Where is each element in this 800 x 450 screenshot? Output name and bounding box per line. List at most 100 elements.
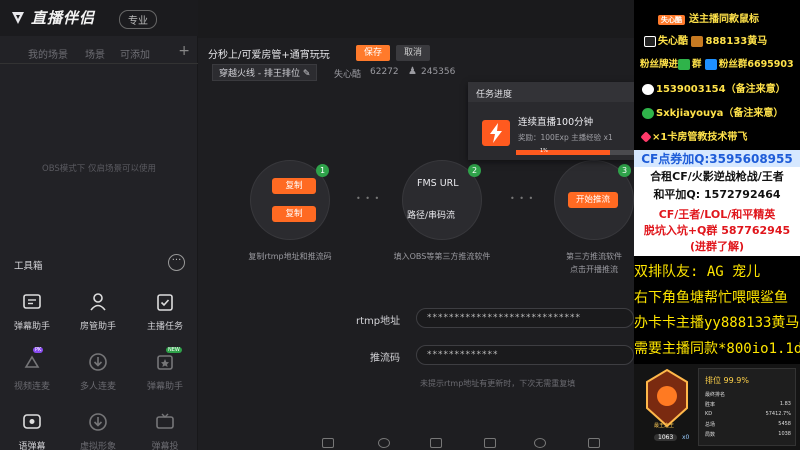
tool-danmu-assistant[interactable]: 弹幕助手: [2, 291, 62, 332]
scene-tabs: 我的场景 场景 可添加 +: [0, 40, 198, 64]
task-progress-popup: 任务进度 连续直播100分钟 奖励：100Exp 主播经验 x1 1%: [468, 82, 634, 160]
task-header: 任务进度: [468, 82, 634, 102]
viewer-count: 245356: [421, 67, 456, 77]
overlay-text: 送主播同款鼠标: [689, 14, 759, 25]
screen-icon[interactable]: [322, 438, 334, 448]
rtmp-field[interactable]: ****************************: [416, 308, 634, 328]
stat-row: 局数 1038: [705, 431, 791, 438]
cf-line-5: 脱坑入坑+Q群 587762945: [643, 224, 791, 237]
stream-info-row: 穿越火线 - 排王排位 ✎ 失心酷 62272 ♟ 245356: [198, 64, 634, 82]
ellipsis-icon[interactable]: ···: [168, 254, 185, 271]
wechat-icon: [642, 107, 654, 119]
tool-label: 虚拟形象: [79, 442, 116, 450]
edit-icon[interactable]: ✎: [303, 69, 311, 79]
overlay-text: Sxkjiayouya（备注来意）: [656, 108, 784, 119]
game-icon[interactable]: [484, 438, 496, 448]
stat-value: 57412.7%: [765, 411, 791, 417]
overlay-text: 群: [692, 59, 702, 70]
rank-title: 最王之王: [654, 423, 675, 429]
overlay-text: 888133黄马: [705, 36, 768, 47]
save-button[interactable]: 保存: [356, 45, 390, 61]
cf-line-1: CF点券加Q:3595608955: [634, 150, 800, 167]
rank-emblem-icon: [646, 368, 688, 428]
overlay-yellow-2: 右下角鱼塘帮忙喂喂鲨鱼: [634, 290, 788, 306]
tool-multi-link[interactable]: 多人连麦: [68, 351, 128, 392]
tool-avatar[interactable]: 虚拟形象: [68, 411, 128, 450]
task-name: 连续直播100分钟: [518, 117, 594, 128]
logo-icon: [12, 12, 24, 24]
tool-anchor-task[interactable]: 主播任务: [135, 291, 195, 332]
add-scene-icon[interactable]: +: [178, 43, 190, 59]
overlay-line-5: Sxkjiayouya（备注来意）: [634, 104, 800, 119]
anchor-tag: 失心酷: [658, 15, 685, 25]
main-panel: 分秒上/可爱房管+通宵玩玩 保存 取消 穿越火线 - 排王排位 ✎ 失心酷 62…: [198, 0, 634, 450]
copy-rtmp-button[interactable]: 复制: [272, 178, 316, 194]
stat-value: 1.83: [779, 401, 791, 407]
overlay-yellow-1: 双排队友: AG 宠儿: [634, 264, 761, 280]
cf-line-2: 合租CF/火影逆战枪战/王者: [650, 170, 784, 183]
stat-key: 最终排名: [705, 392, 726, 398]
cf-line-6: (进群了解): [689, 240, 745, 253]
category-selector[interactable]: 穿越火线 - 排王排位 ✎: [212, 64, 318, 81]
rtmp-hint: 未提示rtmp地址有更新时，下次无需重复填: [420, 379, 576, 388]
tool-label: 房管助手: [79, 322, 116, 332]
danmu-icon: [23, 294, 41, 309]
yy-icon: [691, 35, 704, 47]
tab-my-scenes[interactable]: 我的场景: [28, 46, 68, 61]
tool-danmu-cast[interactable]: 弹幕投: [135, 411, 195, 450]
user-icon[interactable]: [534, 438, 546, 448]
rank-number: 1063: [654, 434, 678, 441]
wechat-icon: [678, 59, 691, 70]
tool-label: 多人连麦: [79, 382, 116, 392]
tab-addable[interactable]: 可添加: [120, 46, 150, 61]
camera-icon[interactable]: [378, 438, 390, 448]
qq-icon: [642, 83, 654, 95]
overlay-text: 1539003154（备注来意）: [656, 84, 786, 95]
copy-key-button[interactable]: 复制: [272, 206, 316, 222]
fms-url-label: FMS URL: [417, 178, 459, 189]
start-push-button[interactable]: 开始推流: [568, 192, 618, 208]
tool-label: 弹幕助手: [146, 382, 183, 392]
stream-title[interactable]: 分秒上/可爱房管+通宵玩玩: [208, 46, 330, 61]
step-number: 1: [316, 164, 329, 177]
video-link-icon: [24, 355, 40, 368]
tool-danmu-helper[interactable]: NEW 弹幕助手: [135, 347, 195, 392]
overlay-text: 粉丝牌进: [640, 59, 679, 70]
douyin-icon: [644, 35, 656, 47]
stream-key-label: 路径/串码流: [407, 211, 456, 221]
heart-icon: [640, 131, 652, 143]
overlay-line-2: 失心酷 888133黄马: [634, 32, 800, 47]
cancel-button[interactable]: 取消: [396, 45, 430, 61]
window-icon[interactable]: [430, 438, 442, 448]
dots-divider: • • •: [356, 194, 381, 203]
stream-key-field-label: 推流码: [370, 353, 400, 364]
rank-level: x0: [682, 434, 690, 441]
settings-icon[interactable]: [588, 438, 600, 448]
tool-video-link[interactable]: PK 视频连麦: [2, 347, 62, 392]
exp-icon: [482, 120, 510, 146]
stream-overlay: 失心酷 送主播同款鼠标 失心酷 888133黄马 粉丝牌进 群 粉丝群6695903…: [634, 0, 800, 450]
overlay-text: 失心酷: [658, 36, 688, 47]
download-icon: [89, 353, 107, 371]
overlay-yellow-3: 办卡卡主播yy888133黄马: [634, 315, 800, 331]
overlay-line-6: ×1卡房管教技术带飞: [634, 128, 800, 143]
logo-bar: 直播伴侣 专业: [0, 0, 198, 36]
stat-key: 局数: [705, 432, 716, 438]
step-number: 3: [618, 164, 631, 177]
edition-badge[interactable]: 专业: [119, 10, 157, 29]
task-progress-text: 1%: [540, 148, 548, 154]
step-number: 2: [468, 164, 481, 177]
tab-scenes[interactable]: 场景: [85, 46, 105, 61]
stream-key-field[interactable]: *************: [416, 345, 634, 365]
task-progress-fill: [516, 150, 611, 155]
step-caption: 第三方推流软件: [566, 252, 622, 261]
dots-divider: • • •: [510, 194, 535, 203]
tool-voice-danmu[interactable]: 语弹幕: [2, 411, 62, 450]
stat-value: 1038: [778, 431, 791, 437]
obs-mode-hint: OBS模式下 仅启场景可以使用: [42, 164, 156, 174]
toolbox-title: 工具箱: [14, 261, 43, 272]
tool-label: 弹幕投: [151, 442, 179, 450]
rank-stats: 排位 99.9% 最终排名 胜率 1.83 KD 57412.7% 总场 5458 局…: [698, 368, 796, 446]
tool-admin-assistant[interactable]: 房管助手: [68, 291, 128, 332]
pk-badge: PK: [33, 347, 44, 353]
